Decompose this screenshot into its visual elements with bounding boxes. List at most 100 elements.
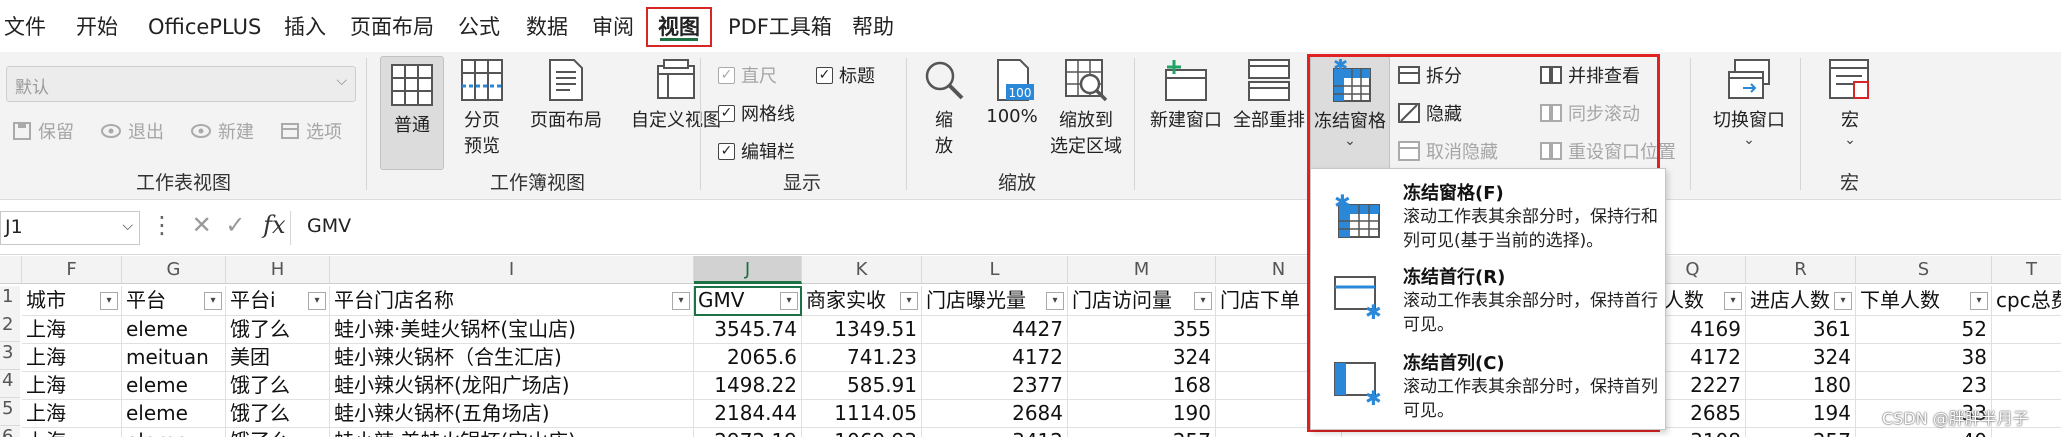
table-cell[interactable]: 2377 — [922, 372, 1068, 400]
select-all-corner[interactable] — [0, 256, 22, 284]
table-cell[interactable]: 355 — [1068, 316, 1216, 344]
column-header-s[interactable]: S — [1856, 256, 1992, 284]
arrange-all-button[interactable]: 全部重排 — [1226, 58, 1312, 132]
table-cell[interactable]: 3545.74 — [694, 316, 802, 344]
row-header[interactable]: 4 — [0, 370, 20, 398]
filter-dropdown-icon[interactable]: ▾ — [308, 292, 326, 310]
menu-data[interactable]: 数据 — [526, 12, 568, 42]
menu-page-layout[interactable]: 页面布局 — [350, 12, 434, 42]
freeze-panes-option[interactable]: ✱ 冻结窗格(F) 滚动工作表其余部分时，保持行和列可见(基于当前的选择)。 — [1311, 171, 1665, 257]
ruler-checkbox[interactable]: ✓ 直尺 — [718, 62, 777, 88]
column-header-r[interactable]: R — [1746, 256, 1856, 284]
zoom-100-button[interactable]: 100 100% — [978, 58, 1046, 127]
filter-dropdown-icon[interactable]: ▾ — [900, 292, 918, 310]
header-cell[interactable]: 下单人数 ▾ — [1856, 286, 1992, 316]
header-cell[interactable]: 城市 ▾ — [22, 286, 122, 316]
row-header[interactable]: 2 — [0, 314, 20, 342]
row-header[interactable]: 3 — [0, 342, 20, 370]
gridlines-checkbox[interactable]: ✓ 网格线 — [718, 100, 795, 126]
header-cell[interactable]: 平台 ▾ — [122, 286, 226, 316]
filter-dropdown-icon[interactable]: ▾ — [1970, 292, 1988, 310]
table-cell[interactable]: 4172 — [922, 344, 1068, 372]
table-cell[interactable]: 585.91 — [802, 372, 922, 400]
table-cell[interactable]: 蛙小辣火锅杯（合生汇店) — [330, 344, 694, 372]
header-cell[interactable]: 平台门店名称 ▾ — [330, 286, 694, 316]
row-header[interactable]: 5 — [0, 398, 20, 426]
new-view-button[interactable]: 新建 — [190, 118, 254, 144]
table-cell[interactable]: 上海 — [22, 316, 122, 344]
table-cell[interactable]: 194 — [1746, 400, 1856, 428]
page-layout-button[interactable]: 页面布局 — [516, 58, 616, 132]
menu-home[interactable]: 开始 — [76, 12, 118, 42]
column-header-j[interactable]: J — [694, 256, 802, 284]
table-cell[interactable]: 饿了么 — [226, 400, 330, 428]
table-cell[interactable]: 蛙小辣·美蛙火锅杯(宝山店) — [330, 428, 694, 437]
exit-button[interactable]: 退出 — [100, 118, 164, 144]
table-cell[interactable]: eleme — [122, 400, 226, 428]
insert-function-icon[interactable]: fx — [263, 211, 285, 239]
zoom-to-selection-button[interactable]: 缩放到 选定区域 — [1046, 58, 1126, 158]
filter-dropdown-icon[interactable]: ▾ — [672, 292, 690, 310]
table-cell[interactable]: 蛙小辣火锅杯(龙阳广场店) — [330, 372, 694, 400]
headings-checkbox[interactable]: ✓ 标题 — [816, 62, 875, 88]
table-cell[interactable]: eleme — [122, 428, 226, 437]
table-cell[interactable]: 2684 — [922, 400, 1068, 428]
table-cell[interactable]: 23 — [1856, 372, 1992, 400]
table-cell[interactable]: 324 — [1068, 344, 1216, 372]
menu-file[interactable]: 文件 — [4, 12, 46, 42]
table-cell[interactable] — [1992, 344, 2061, 372]
filter-dropdown-icon[interactable]: ▾ — [100, 292, 118, 310]
filter-dropdown-icon[interactable]: ▾ — [204, 292, 222, 310]
header-cell[interactable]: 进店人数 ▾ — [1746, 286, 1856, 316]
cancel-icon[interactable]: ✕ — [192, 211, 212, 239]
table-cell[interactable]: 180 — [1746, 372, 1856, 400]
table-cell[interactable]: 2972.19 — [694, 428, 802, 437]
table-cell[interactable]: 2065.6 — [694, 344, 802, 372]
table-cell[interactable]: 257 — [1746, 428, 1856, 437]
menu-pdf-toolbox[interactable]: PDF工具箱 — [728, 12, 832, 42]
formula-bar-checkbox[interactable]: ✓ 编辑栏 — [718, 138, 795, 164]
new-window-button[interactable]: 新建窗口 — [1146, 58, 1226, 132]
menu-review[interactable]: 审阅 — [592, 12, 634, 42]
menu-help[interactable]: 帮助 — [852, 12, 894, 42]
column-header-m[interactable]: M — [1068, 256, 1216, 284]
filter-dropdown-icon[interactable]: ▾ — [780, 292, 798, 310]
column-header-l[interactable]: L — [922, 256, 1068, 284]
table-cell[interactable]: 上海 — [22, 400, 122, 428]
filter-dropdown-icon[interactable]: ▾ — [1834, 292, 1852, 310]
table-cell[interactable]: 38 — [1856, 344, 1992, 372]
column-header-g[interactable]: G — [122, 256, 226, 284]
table-cell[interactable]: 2184.44 — [694, 400, 802, 428]
column-header-k[interactable]: K — [802, 256, 922, 284]
table-cell[interactable]: 3412 — [922, 428, 1068, 437]
table-cell[interactable]: eleme — [122, 316, 226, 344]
table-cell[interactable]: 1498.22 — [694, 372, 802, 400]
table-cell[interactable]: 上海 — [22, 344, 122, 372]
normal-view-button[interactable]: 普通 — [380, 56, 444, 170]
header-cell[interactable]: cpc总费 — [1992, 286, 2061, 316]
table-cell[interactable]: 1069.93 — [802, 428, 922, 437]
column-header-f[interactable]: F — [22, 256, 122, 284]
table-cell[interactable]: 741.23 — [802, 344, 922, 372]
table-cell[interactable]: 168 — [1068, 372, 1216, 400]
table-cell[interactable]: 饿了么 — [226, 316, 330, 344]
table-cell[interactable]: 1349.51 — [802, 316, 922, 344]
header-cell[interactable]: 平台i ▾ — [226, 286, 330, 316]
switch-windows-button[interactable]: 切换窗口 ⌄ — [1704, 58, 1794, 148]
name-box[interactable]: J1 ⌵ — [0, 211, 140, 245]
page-break-preview-button[interactable]: 分页 预览 — [450, 58, 514, 158]
table-cell[interactable] — [1992, 428, 2061, 437]
table-cell[interactable]: 4427 — [922, 316, 1068, 344]
options-button[interactable]: 选项 — [280, 118, 342, 144]
table-cell[interactable] — [1992, 372, 2061, 400]
filter-dropdown-icon[interactable]: ▾ — [1724, 292, 1742, 310]
table-cell[interactable]: 上海 — [22, 372, 122, 400]
freeze-top-row-option[interactable]: ✱ 冻结首行(R) 滚动工作表其余部分时，保持首行可见。 — [1311, 259, 1665, 345]
table-cell[interactable]: 美团 — [226, 344, 330, 372]
table-cell[interactable]: meituan — [122, 344, 226, 372]
column-header-t[interactable]: T — [1992, 256, 2061, 284]
macros-button[interactable]: 宏 ⌄ — [1820, 58, 1880, 148]
filter-dropdown-icon[interactable]: ▾ — [1194, 292, 1212, 310]
zoom-button[interactable]: 缩 放 — [914, 58, 974, 158]
table-cell[interactable] — [1992, 316, 2061, 344]
